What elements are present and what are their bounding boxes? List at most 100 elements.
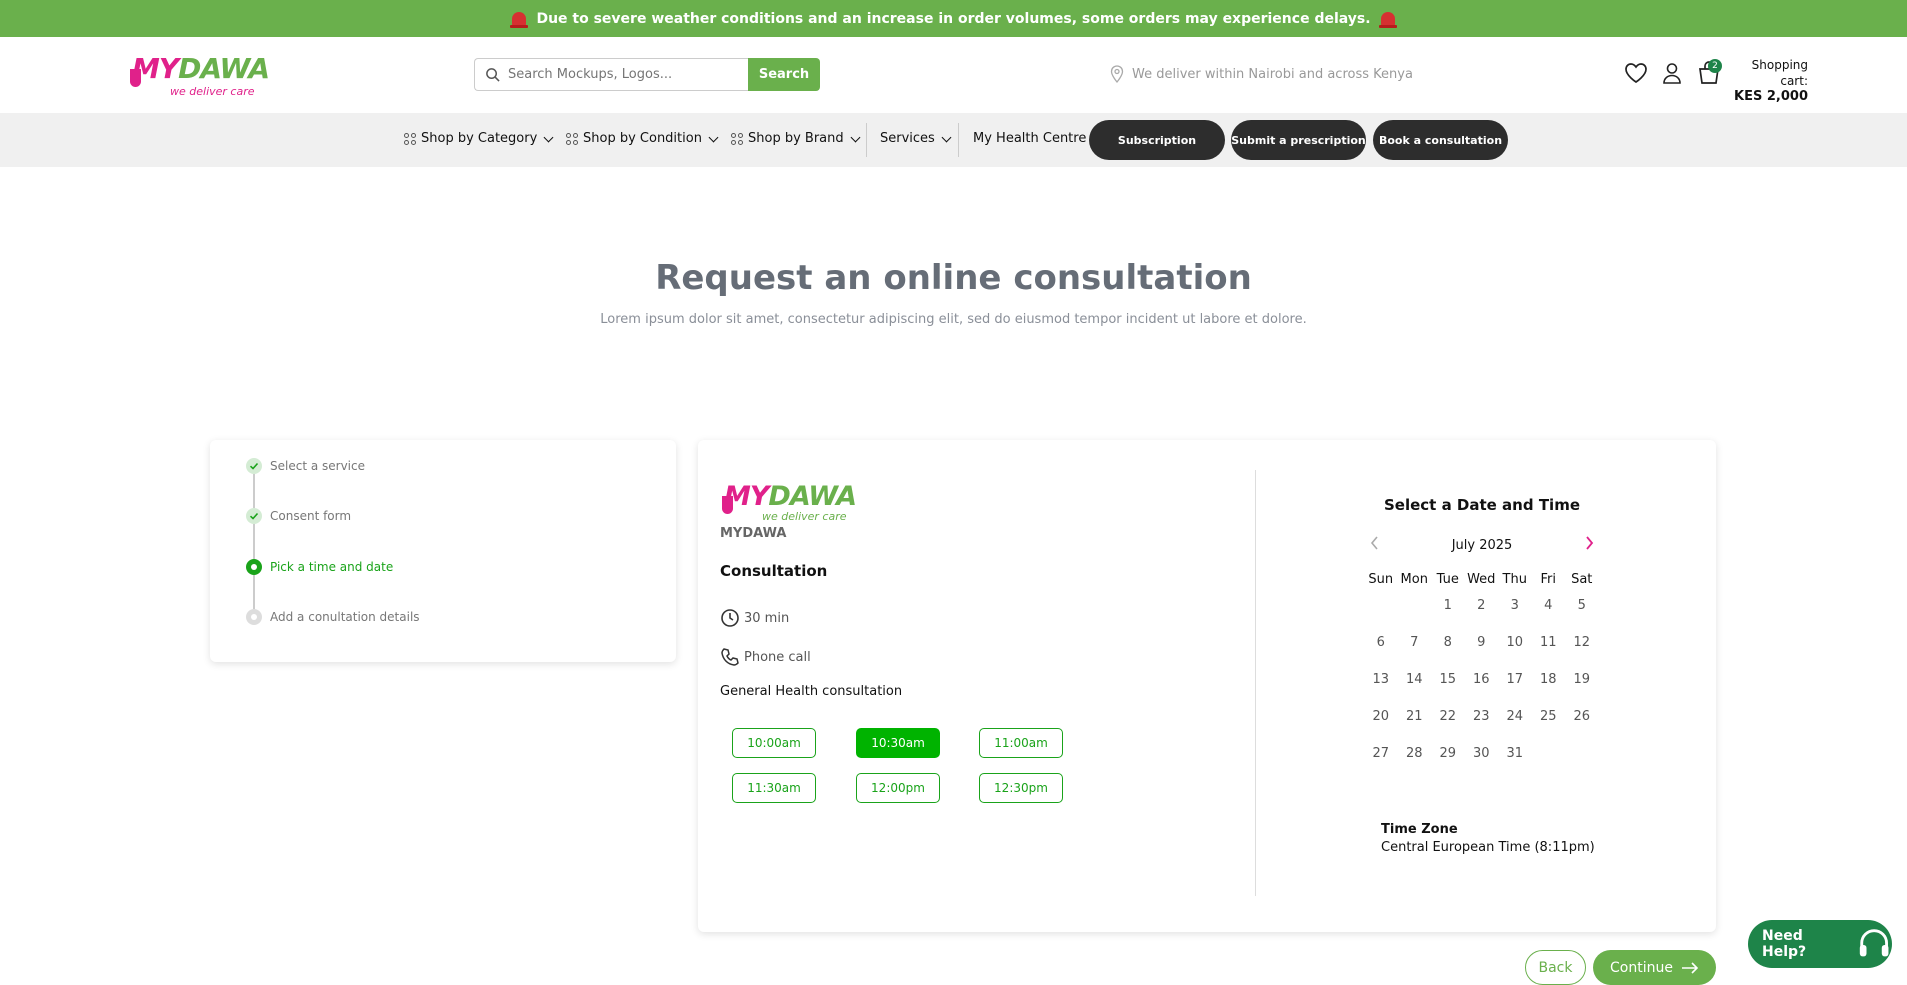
calendar-day[interactable]: 2 <box>1465 598 1499 635</box>
calendar-day[interactable]: 21 <box>1398 709 1432 746</box>
step-pick-time[interactable]: Pick a time and date <box>246 559 393 575</box>
calendar-day[interactable]: 13 <box>1364 672 1398 709</box>
calendar-day[interactable]: 4 <box>1532 598 1566 635</box>
need-help-button[interactable]: Need Help? <box>1748 920 1892 968</box>
user-icon[interactable] <box>1662 62 1682 84</box>
logo-wordmark: MYDAWA <box>724 481 857 512</box>
weekday-label: Tue <box>1436 572 1459 587</box>
calendar-day[interactable]: 14 <box>1398 672 1432 709</box>
next-month-icon[interactable] <box>1579 536 1600 554</box>
continue-label: Continue <box>1610 959 1673 976</box>
time-slot[interactable]: 12:30pm <box>979 773 1063 803</box>
siren-icon <box>510 11 529 28</box>
chevron-down-icon <box>708 132 719 142</box>
nav-shop-by-category[interactable]: Shop by Category <box>404 131 554 146</box>
calendar-day[interactable]: 10 <box>1498 635 1532 672</box>
calendar-grid: Sun Mon Tue Wed Thu Fri Sat 1 2 3 4 5 6 7 8 9 10 11 12 13 14… <box>1364 572 1600 783</box>
calendar-day[interactable]: 7 <box>1398 635 1432 672</box>
calendar-heading: Select a Date and Time <box>1384 496 1580 514</box>
time-slot[interactable]: 11:00am <box>979 728 1063 758</box>
nav-divider <box>866 123 867 157</box>
announcement-banner: Due to severe weather conditions and an … <box>0 0 1907 37</box>
weekday-label: Sat <box>1571 572 1593 587</box>
continue-button[interactable]: Continue <box>1593 950 1716 985</box>
calendar-header: July 2025 <box>1364 536 1600 554</box>
cart-summary[interactable]: Shopping cart: KES 2,000 <box>1728 57 1808 105</box>
calendar-day[interactable]: 11 <box>1532 635 1566 672</box>
mydawa-logo[interactable]: MYDAWA we deliver care <box>130 55 270 99</box>
step-label: Add a conultation details <box>270 610 420 624</box>
booking-card: MYDAWA we deliver care MYDAWA Consultati… <box>698 440 1716 932</box>
search-icon <box>486 68 500 82</box>
step-label: Pick a time and date <box>270 560 394 574</box>
duration-row: 30 min <box>720 608 789 628</box>
calendar-day[interactable]: 12 <box>1565 635 1599 672</box>
search-button[interactable]: Search <box>748 58 820 91</box>
step-add-details[interactable]: Add a conultation details <box>246 609 420 625</box>
calendar-day[interactable]: 25 <box>1532 709 1566 746</box>
subscription-button[interactable]: Subscription <box>1089 120 1225 160</box>
calendar-day[interactable]: 9 <box>1465 635 1499 672</box>
calendar-day[interactable]: 19 <box>1565 672 1599 709</box>
calendar-day[interactable]: 26 <box>1565 709 1599 746</box>
search-input[interactable] <box>508 67 728 82</box>
cart-label: Shopping cart: <box>1751 58 1808 88</box>
cart-count-badge: 2 <box>1708 59 1722 73</box>
duration-text: 30 min <box>744 610 790 626</box>
calendar-day[interactable]: 24 <box>1498 709 1532 746</box>
submit-prescription-button[interactable]: Submit a prescription <box>1231 120 1366 160</box>
calendar-day[interactable]: 28 <box>1398 746 1432 783</box>
weekday-label: Sun <box>1368 572 1394 587</box>
logo-tagline: we deliver care <box>170 85 255 98</box>
timezone-label: Time Zone <box>1381 822 1458 837</box>
nav-my-health-centre[interactable]: My Health Centre <box>973 131 1086 146</box>
time-slot[interactable]: 11:30am <box>732 773 816 803</box>
calendar-day[interactable]: 1 <box>1431 598 1465 635</box>
calendar-day[interactable]: 18 <box>1532 672 1566 709</box>
provider-logo: MYDAWA we deliver care <box>722 481 857 528</box>
grid-icon <box>731 132 743 145</box>
time-slot-selected[interactable]: 10:30am <box>856 728 940 758</box>
back-button[interactable]: Back <box>1525 950 1586 985</box>
calendar-day[interactable]: 20 <box>1364 709 1398 746</box>
timezone-value[interactable]: Central European Time (8:11pm) <box>1381 840 1595 855</box>
page-title: Request an online consultation <box>655 258 1252 298</box>
calendar-day[interactable]: 3 <box>1498 598 1532 635</box>
calendar-empty-cell <box>1398 598 1432 635</box>
pill-icon <box>130 69 141 87</box>
nav-services[interactable]: Services <box>880 131 952 146</box>
site-header: MYDAWA we deliver care Search We deliver… <box>0 37 1907 113</box>
step-consent-form[interactable]: Consent form <box>246 508 351 524</box>
calendar-day[interactable]: 16 <box>1465 672 1499 709</box>
heart-icon[interactable] <box>1624 62 1648 84</box>
location-pin-icon <box>1110 65 1124 83</box>
cart-amount: KES 2,000 <box>1734 89 1808 104</box>
calendar-day[interactable]: 5 <box>1565 598 1599 635</box>
provider-name: MYDAWA <box>720 526 787 541</box>
grid-icon <box>566 132 578 145</box>
book-consultation-button[interactable]: Book a consultation <box>1373 120 1508 160</box>
mode-text: Phone call <box>744 649 811 665</box>
calendar-day[interactable]: 22 <box>1431 709 1465 746</box>
nav-divider <box>958 123 959 157</box>
calendar-day[interactable]: 30 <box>1465 746 1499 783</box>
time-slot[interactable]: 10:00am <box>732 728 816 758</box>
time-slot[interactable]: 12:00pm <box>856 773 940 803</box>
arrow-right-icon <box>1681 961 1699 974</box>
nav-label: Shop by Category <box>421 131 538 146</box>
pending-step-icon <box>246 609 262 625</box>
calendar-day[interactable]: 31 <box>1498 746 1532 783</box>
calendar-day[interactable]: 6 <box>1364 635 1398 672</box>
prev-month-icon[interactable] <box>1364 536 1385 554</box>
step-connector <box>253 474 255 508</box>
calendar-day[interactable]: 29 <box>1431 746 1465 783</box>
calendar-day[interactable]: 27 <box>1364 746 1398 783</box>
calendar-day[interactable]: 8 <box>1431 635 1465 672</box>
calendar-day[interactable]: 15 <box>1431 672 1465 709</box>
calendar-day[interactable]: 23 <box>1465 709 1499 746</box>
weekday-label: Mon <box>1400 572 1428 587</box>
nav-shop-by-brand[interactable]: Shop by Brand <box>731 131 861 146</box>
step-select-service[interactable]: Select a service <box>246 458 365 474</box>
nav-shop-by-condition[interactable]: Shop by Condition <box>566 131 719 146</box>
calendar-day[interactable]: 17 <box>1498 672 1532 709</box>
